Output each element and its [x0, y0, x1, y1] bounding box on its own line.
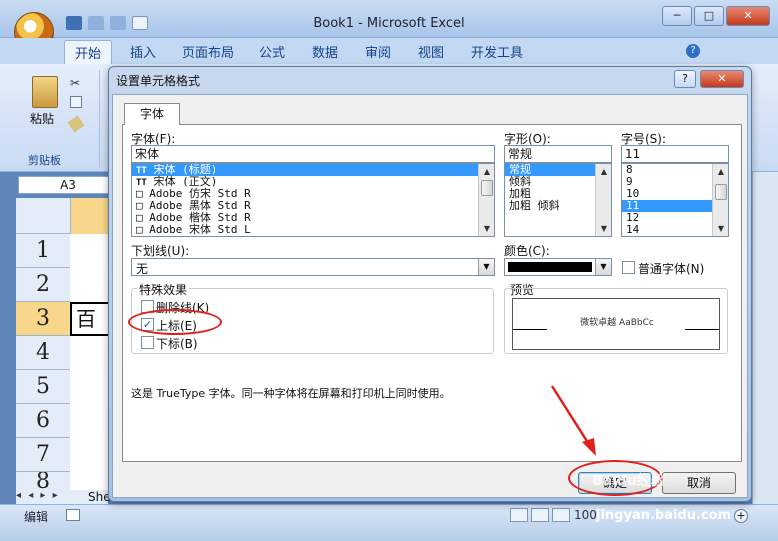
clipboard-group: 粘贴 ✂ 剪贴板 [22, 70, 100, 168]
chevron-down-icon[interactable]: ▼ [478, 259, 494, 275]
row-header[interactable]: 5 [16, 370, 70, 404]
tab-review[interactable]: 审阅 [365, 42, 391, 61]
dialog-title: 设置单元格格式 [116, 74, 201, 88]
subscript-checkbox[interactable] [141, 336, 154, 349]
row-header[interactable]: 6 [16, 404, 70, 438]
underline-value: 无 [136, 262, 149, 276]
normal-view-icon[interactable] [510, 508, 528, 522]
clipboard-group-label: 剪贴板 [28, 154, 61, 167]
tab-view[interactable]: 视图 [418, 42, 444, 61]
style-list-scrollbar[interactable]: ▲ ▼ [595, 164, 611, 236]
scroll-up-icon[interactable]: ▲ [714, 165, 728, 178]
font-list-scrollbar[interactable]: ▲ ▼ [478, 164, 494, 236]
size-list[interactable]: 8 9 10 11 12 14 ▲ ▼ [621, 163, 729, 237]
scroll-thumb[interactable] [715, 184, 727, 200]
font-input[interactable]: 宋体 [131, 145, 495, 163]
scroll-down-icon[interactable]: ▼ [597, 222, 611, 235]
scroll-up-icon[interactable]: ▲ [597, 165, 611, 178]
tab-font[interactable]: 字体 [124, 103, 180, 125]
row-header[interactable]: 4 [16, 336, 70, 370]
row-header[interactable]: 2 [16, 268, 70, 302]
row-header[interactable]: 8 [16, 472, 70, 492]
font-name: Adobe 宋体 Std L [149, 223, 251, 236]
row-header[interactable]: 1 [16, 234, 70, 268]
underline-select[interactable]: 无 ▼ [131, 258, 495, 276]
dialog-help-button[interactable]: ? [674, 70, 696, 88]
cancel-button[interactable]: 取消 [662, 472, 736, 494]
size-list-scrollbar[interactable]: ▲ ▼ [712, 164, 728, 236]
format-painter-icon[interactable] [67, 115, 85, 133]
vertical-scrollbar[interactable] [752, 172, 778, 504]
normal-font-label: 普通字体(N) [638, 262, 705, 276]
baidu-watermark-logo: Baidu经验 [592, 473, 665, 489]
page-break-view-icon[interactable] [552, 508, 570, 522]
window-controls: ─ □ ✕ [662, 6, 770, 26]
tab-insert[interactable]: 插入 [130, 42, 156, 61]
chevron-down-icon[interactable]: ▼ [595, 259, 611, 275]
truetype-icon: TT [136, 166, 147, 176]
scroll-up-icon[interactable]: ▲ [480, 165, 494, 178]
row-headers: 1 2 3 4 5 6 7 8 [16, 234, 70, 492]
page-layout-view-icon[interactable] [531, 508, 549, 522]
style-list[interactable]: 常规 倾斜 加粗 加粗 倾斜 ▲ ▼ [504, 163, 612, 237]
dialog-close-button[interactable]: ✕ [700, 70, 744, 88]
cut-icon[interactable]: ✂ [70, 76, 80, 90]
scroll-down-icon[interactable]: ▼ [480, 222, 494, 235]
close-button[interactable]: ✕ [726, 6, 770, 26]
effects-label: 特殊效果 [137, 281, 190, 298]
color-label: 颜色(C): [504, 244, 550, 258]
annotation-arrow [550, 385, 596, 456]
name-box[interactable]: A3 [18, 176, 118, 194]
size-input[interactable]: 11 [621, 145, 729, 163]
preview-baseline-left [513, 329, 547, 330]
macro-record-icon[interactable] [66, 509, 80, 521]
baidu-watermark-url: jingyan.baidu.com [596, 508, 732, 523]
zoom-level[interactable]: 100 [574, 508, 597, 522]
opentype-icon: □ [136, 223, 143, 236]
preview-baseline-right [685, 329, 719, 330]
tab-home[interactable]: 开始 [64, 40, 113, 66]
scroll-down-icon[interactable]: ▼ [714, 222, 728, 235]
scroll-thumb[interactable] [481, 180, 493, 196]
zoom-in-icon[interactable]: + [734, 509, 748, 523]
annotation-circle-superscript [128, 309, 222, 335]
color-swatch [508, 262, 592, 272]
tab-formulas[interactable]: 公式 [259, 42, 285, 61]
font-list[interactable]: TT 宋体 (标题) TT 宋体 (正文) □ Adobe 仿宋 Std R □… [131, 163, 495, 237]
status-mode: 编辑 [24, 510, 49, 524]
paste-label[interactable]: 粘贴 [30, 110, 54, 127]
normal-font-checkbox[interactable] [622, 261, 635, 274]
help-icon[interactable]: ? [686, 44, 700, 58]
font-list-item[interactable]: □ Adobe 宋体 Std L [132, 224, 494, 236]
underline-label: 下划线(U): [131, 244, 190, 258]
preview-text: 微软卓越 AaBbCc [580, 318, 654, 328]
view-buttons [510, 508, 570, 522]
preview-box: 微软卓越 AaBbCc [512, 298, 720, 350]
copy-icon[interactable] [70, 96, 82, 108]
paste-icon[interactable] [32, 76, 58, 108]
subscript-label: 下标(B) [156, 337, 198, 351]
row-header-selected[interactable]: 3 [16, 302, 70, 336]
tab-data[interactable]: 数据 [312, 42, 338, 61]
maximize-button[interactable]: □ [694, 6, 724, 26]
minimize-button[interactable]: ─ [662, 6, 692, 26]
row-header[interactable]: 7 [16, 438, 70, 472]
tab-page-layout[interactable]: 页面布局 [182, 42, 234, 61]
tab-developer[interactable]: 开发工具 [471, 42, 523, 61]
truetype-info: 这是 TrueType 字体。同一种字体将在屏幕和打印机上同时使用。 [131, 387, 451, 400]
style-input[interactable]: 常规 [504, 145, 612, 163]
color-select[interactable]: ▼ [504, 258, 612, 276]
